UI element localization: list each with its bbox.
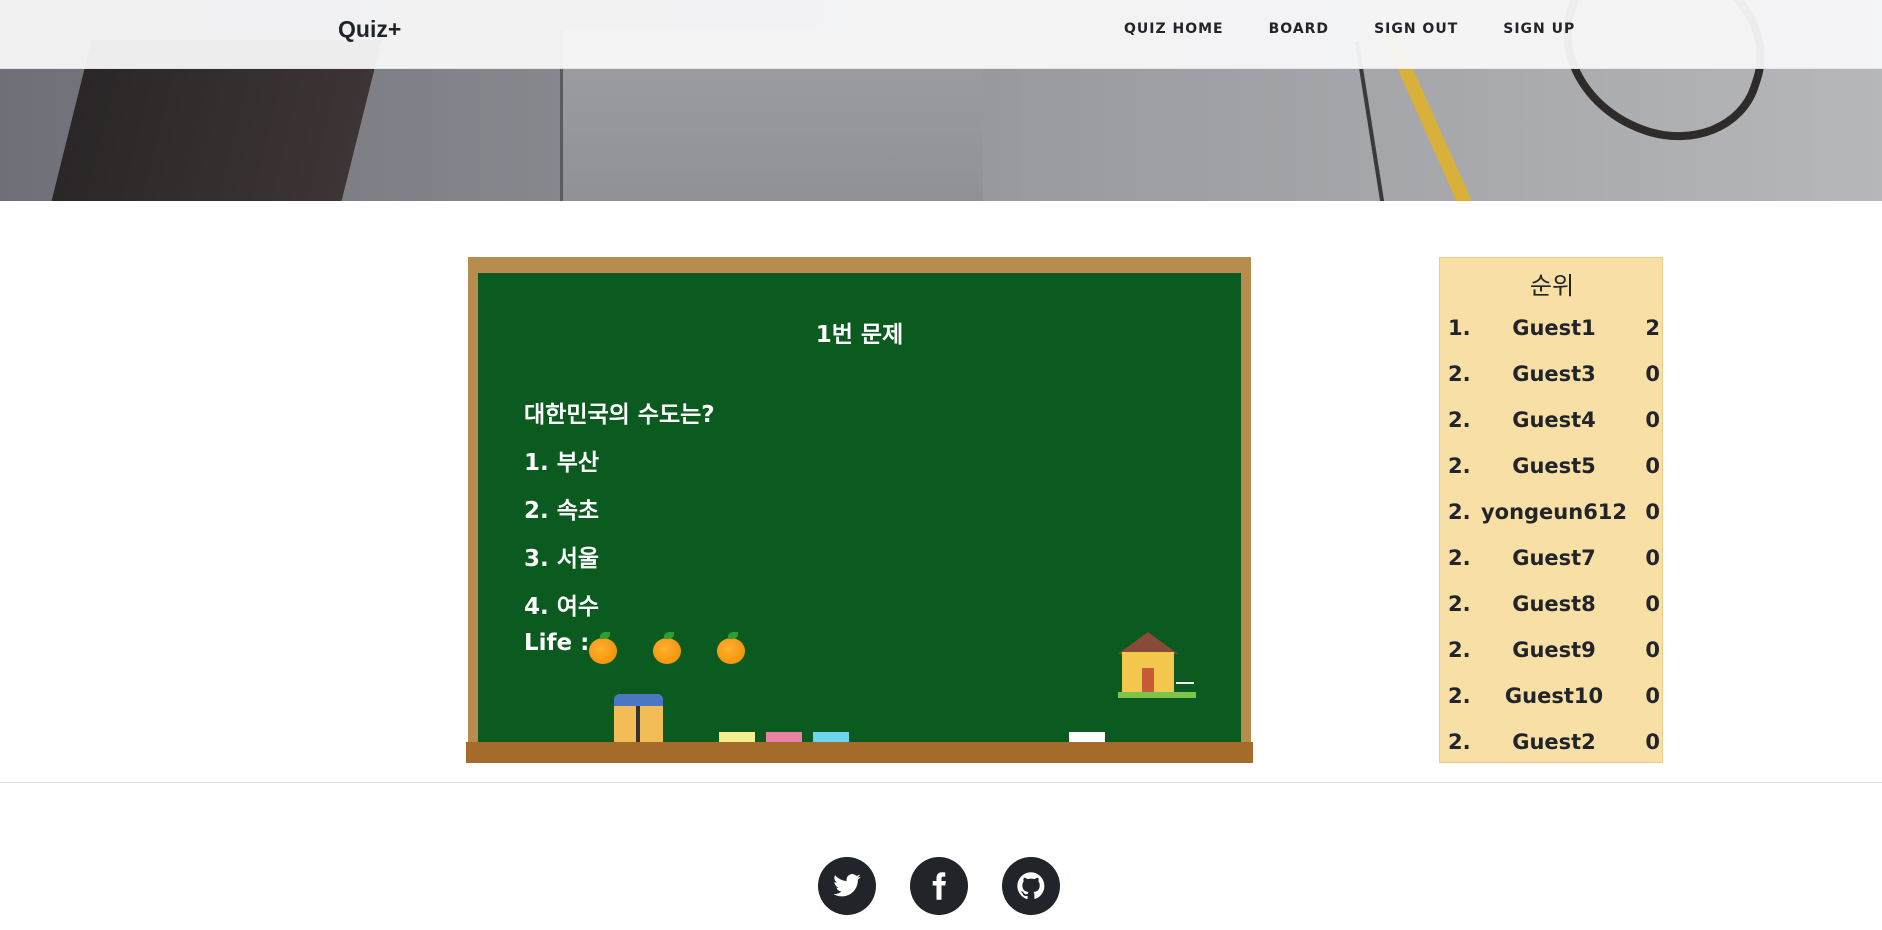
nav-link-sign-out[interactable]: SIGN OUT (1374, 21, 1458, 37)
ranking-score: 0 (1645, 454, 1660, 478)
ranking-name: Guest1 (1512, 316, 1596, 340)
footer-divider (0, 782, 1882, 783)
house-icon (1118, 626, 1198, 698)
blue-chalk-icon (813, 732, 849, 742)
pink-chalk-icon (766, 732, 802, 742)
ranking-row: 2. Guest8 0 (1440, 592, 1664, 638)
ranking-score: 2 (1645, 316, 1660, 340)
ranking-score: 0 (1645, 638, 1660, 662)
life-label: Life : (524, 630, 590, 656)
ranking-name: Guest4 (1512, 408, 1596, 432)
ranking-row: 2. yongeun612 0 (1440, 500, 1664, 546)
brand-logo[interactable]: Quiz+ (338, 16, 401, 43)
choice-3[interactable]: 3. 서울 (524, 539, 599, 573)
choice-2[interactable]: 2. 속초 (524, 491, 599, 525)
ranking-score: 0 (1645, 500, 1660, 524)
ranking-row: 2. Guest4 0 (1440, 408, 1664, 454)
ranking-row: 2. Guest9 0 (1440, 638, 1664, 684)
ranking-position: 2. (1448, 454, 1471, 478)
ranking-name: Guest5 (1512, 454, 1596, 478)
facebook-button[interactable] (910, 857, 968, 915)
ranking-position: 2. (1448, 362, 1471, 386)
github-icon (1017, 872, 1045, 900)
life-orange-icon (653, 632, 681, 664)
ranking-name: Guest2 (1512, 730, 1596, 754)
ranking-row: 2. Guest2 0 (1440, 730, 1664, 776)
ranking-name: Guest9 (1512, 638, 1596, 662)
choice-1[interactable]: 1. 부산 (524, 443, 599, 477)
ranking-name: Guest3 (1512, 362, 1596, 386)
ranking-position: 2. (1448, 500, 1471, 524)
ranking-name: Guest8 (1512, 592, 1596, 616)
ranking-score: 0 (1645, 362, 1660, 386)
ranking-row: 2. Guest7 0 (1440, 546, 1664, 592)
ranking-name: Guest7 (1512, 546, 1596, 570)
ranking-score: 0 (1645, 546, 1660, 570)
ranking-position: 2. (1448, 684, 1471, 708)
ranking-position: 2. (1448, 730, 1471, 754)
ranking-position: 1. (1448, 316, 1471, 340)
nav-link-board[interactable]: BOARD (1269, 21, 1329, 37)
ranking-row: 2. Guest10 0 (1440, 684, 1664, 730)
ranking-row: 2. Guest5 0 (1440, 454, 1664, 500)
question-text: 대한민국의 수도는? (524, 402, 715, 428)
white-chalk-icon (1069, 732, 1105, 742)
github-button[interactable] (1002, 857, 1060, 915)
ranking-name: yongeun612 (1480, 500, 1628, 524)
facebook-icon (932, 872, 946, 900)
ranking-position: 2. (1448, 638, 1471, 662)
life-orange-icon (589, 632, 617, 664)
nav-link-quiz-home[interactable]: QUIZ HOME (1124, 21, 1224, 37)
ranking-score: 0 (1645, 592, 1660, 616)
navbar: Quiz+ QUIZ HOME BOARD SIGN OUT SIGN UP (0, 0, 1882, 69)
ranking-score: 0 (1645, 730, 1660, 754)
twitter-icon (833, 874, 861, 897)
choice-4[interactable]: 4. 여수 (524, 587, 599, 621)
ranking-row: 2. Guest3 0 (1440, 362, 1664, 408)
ranking-score: 0 (1645, 684, 1660, 708)
yellow-chalk-icon (719, 732, 755, 742)
ranking-position: 2. (1448, 546, 1471, 570)
twitter-button[interactable] (818, 857, 876, 915)
life-orange-icon (717, 632, 745, 664)
question-number: 1번 문제 (815, 322, 904, 348)
ranking-position: 2. (1448, 408, 1471, 432)
ranking-panel: 순위 1. Guest1 2 2. Guest3 0 2. Guest4 0 2. Guest5 0 2… (1439, 257, 1663, 763)
ranking-position: 2. (1448, 592, 1471, 616)
ranking-score: 0 (1645, 408, 1660, 432)
nav-links: QUIZ HOME BOARD SIGN OUT SIGN UP (1124, 21, 1620, 37)
nav-link-sign-up[interactable]: SIGN UP (1503, 21, 1575, 37)
ranking-name: Guest10 (1504, 684, 1604, 708)
eraser-icon (614, 694, 663, 742)
ranking-row: 1. Guest1 2 (1440, 316, 1664, 362)
chalk-tray (466, 742, 1253, 763)
ranking-title: 순위 (1529, 272, 1575, 300)
